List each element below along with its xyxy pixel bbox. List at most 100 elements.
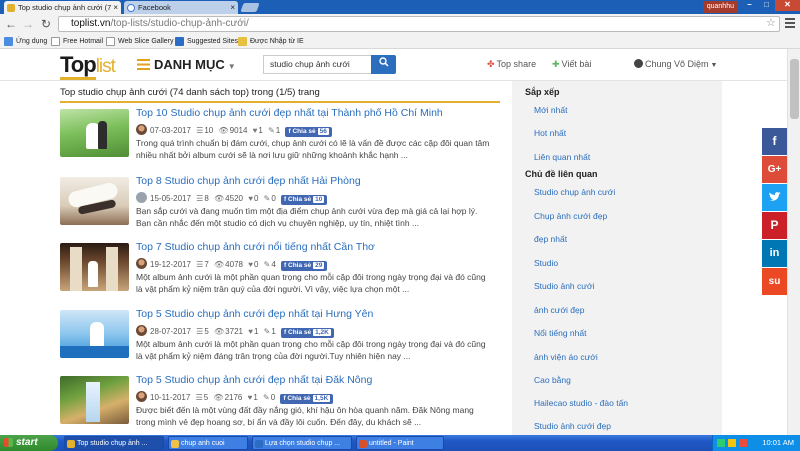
item-thumbnail[interactable] xyxy=(60,310,129,358)
category-menu-button[interactable]: DANH MỤC ▼ xyxy=(137,57,236,72)
topic-link[interactable]: ảnh viện áo cưới xyxy=(534,352,598,362)
page-icon xyxy=(106,37,115,46)
item-meta: 19-12-2017 ☰7 👁4078 ♥0 ✎4 f Chia sẻ 29 xyxy=(136,258,328,271)
top-share-link[interactable]: ✤ Top share xyxy=(487,59,536,70)
topic-link[interactable]: Chụp ảnh cưới đẹp xyxy=(534,211,607,221)
tab-label: Facebook xyxy=(138,3,171,12)
item-title-link[interactable]: Top 5 Studio chụp ảnh cưới đẹp nhất tại … xyxy=(136,374,372,386)
plus-icon: ✚ xyxy=(552,59,560,69)
reload-button[interactable]: ↻ xyxy=(39,17,53,31)
clock[interactable]: 10:01 AM xyxy=(762,438,794,447)
item-title-link[interactable]: Top 5 Studio chụp ảnh cưới đẹp nhất tại … xyxy=(136,308,373,320)
toplist-favicon-icon xyxy=(7,4,15,12)
topics-heading: Chủ đề liên quan xyxy=(525,169,598,179)
google-plus-share-icon[interactable]: G+ xyxy=(762,156,787,183)
item-thumbnail[interactable] xyxy=(60,109,129,157)
bookmark-suggested-sites[interactable]: Suggested Sites xyxy=(175,36,238,47)
topic-link[interactable]: đẹp nhất xyxy=(534,234,567,244)
sort-newest-link[interactable]: Mới nhất xyxy=(534,105,567,115)
stumbleupon-share-icon[interactable]: su xyxy=(762,268,787,295)
item-title-link[interactable]: Top 7 Studio chụp ảnh cưới nổi tiếng nhấ… xyxy=(136,241,375,253)
browser-tab-facebook[interactable]: Facebook × xyxy=(124,1,238,14)
twitter-share-icon[interactable] xyxy=(762,184,787,211)
item-title-link[interactable]: Top 10 Studio chụp ảnh cưới đẹp nhất tại… xyxy=(136,107,443,119)
browser-tab-strip: Top studio chụp ảnh cưới (7 × Facebook ×… xyxy=(0,0,800,14)
topic-link[interactable]: Hailecao studio - đào tấn xyxy=(534,398,628,408)
system-tray: 10:01 AM xyxy=(712,435,800,451)
taskbar-item-word[interactable]: Lựa chọn studio chụp ... xyxy=(252,436,352,450)
item-meta: 07-03-2017 ☰10 👁9014 ♥1 ✎1 f Chia sẻ 56 xyxy=(136,124,332,137)
facebook-share-button[interactable]: f Chia sẻ 1,2K xyxy=(281,328,334,338)
facebook-icon: f xyxy=(288,128,291,135)
loading-favicon-icon xyxy=(127,4,135,12)
facebook-icon: f xyxy=(284,262,287,269)
browser-menu-icon[interactable] xyxy=(785,18,795,30)
taskbar-item-paint[interactable]: untitled - Paint xyxy=(356,436,444,450)
item-date: 28-07-2017 xyxy=(150,327,191,336)
browser-toolbar: ← → ↻ toplist.vn/top-lists/studio-chụp-ả… xyxy=(0,14,800,34)
sort-hot-link[interactable]: Hot nhất xyxy=(534,128,566,138)
topic-link[interactable]: Studio xyxy=(534,258,558,268)
topic-link[interactable]: Studio ảnh cưới đẹp xyxy=(534,421,611,431)
search-input[interactable]: studio chụp ảnh cưới xyxy=(263,55,371,74)
taskbar-item-chrome[interactable]: Top studio chụp ảnh ... xyxy=(64,436,164,450)
scrollbar-thumb[interactable] xyxy=(790,59,799,119)
list-icon: ☰ xyxy=(195,393,203,402)
close-tab-icon[interactable]: × xyxy=(113,1,118,14)
bookmark-apps[interactable]: Ứng dụng xyxy=(4,36,47,47)
facebook-share-button[interactable]: f Chia sẻ 56 xyxy=(285,127,332,137)
item-thumbnail[interactable] xyxy=(60,243,129,291)
bookmark-star-icon[interactable]: ☆ xyxy=(766,16,776,29)
toplist-logo[interactable]: Toplist xyxy=(60,52,116,80)
topic-link[interactable]: Nổi tiếng nhất xyxy=(534,328,586,338)
tray-icons[interactable] xyxy=(717,439,747,447)
author-avatar[interactable] xyxy=(136,325,147,336)
user-profile-badge[interactable]: quanhhu xyxy=(702,1,738,13)
list-icon: ☰ xyxy=(196,194,204,203)
pinterest-share-icon[interactable]: P xyxy=(762,212,787,239)
address-bar[interactable]: toplist.vn/top-lists/studio-chụp-ảnh-cướ… xyxy=(58,16,780,32)
user-menu[interactable]: Chung Võ Diệm ▼ xyxy=(634,59,717,69)
facebook-share-button[interactable]: f Chia sẻ 1,5K xyxy=(280,394,334,404)
item-thumbnail[interactable] xyxy=(60,376,129,424)
browser-tab-active[interactable]: Top studio chụp ảnh cưới (7 × xyxy=(4,1,121,14)
facebook-share-icon[interactable]: f xyxy=(762,128,787,155)
author-avatar[interactable] xyxy=(136,124,147,135)
user-name: Chung Võ Diệm xyxy=(645,59,709,69)
page-scrollbar[interactable] xyxy=(787,49,800,435)
facebook-share-button[interactable]: f Chia sẻ 29 xyxy=(281,261,328,271)
close-window-button[interactable]: ✕ xyxy=(775,0,800,11)
start-button[interactable]: start xyxy=(0,435,58,451)
write-post-link[interactable]: ✚ Viết bài xyxy=(552,59,591,70)
list-item: Top 10 Studio chụp ảnh cưới đẹp nhất tại… xyxy=(60,107,500,167)
item-title-link[interactable]: Top 8 Studio chụp ảnh cưới đẹp nhất Hải … xyxy=(136,175,361,187)
bookmark-free-hotmail[interactable]: Free Hotmail xyxy=(51,36,103,47)
topic-link[interactable]: Studio chụp ảnh cưới xyxy=(534,187,615,197)
topic-link[interactable]: Cao bằng xyxy=(534,375,571,385)
bookmark-imported-ie[interactable]: Được Nhập từ IE xyxy=(238,36,304,47)
topic-link[interactable]: Studio ảnh cưới xyxy=(534,281,594,291)
taskbar-item-folder[interactable]: chup anh cuoi xyxy=(168,436,248,450)
sort-relevant-link[interactable]: Liên quan nhất xyxy=(534,152,590,162)
list-icon: ☰ xyxy=(196,126,204,135)
search-button[interactable] xyxy=(371,55,396,74)
bookmark-web-slice-gallery[interactable]: Web Slice Gallery xyxy=(106,36,174,47)
heart-icon: ♥ xyxy=(247,393,253,402)
author-avatar[interactable] xyxy=(136,258,147,269)
item-thumbnail[interactable] xyxy=(60,177,129,225)
topic-link[interactable]: ảnh cưới đẹp xyxy=(534,305,585,315)
forward-button[interactable]: → xyxy=(21,17,35,31)
linkedin-share-icon[interactable]: in xyxy=(762,240,787,267)
close-tab-icon[interactable]: × xyxy=(230,1,235,14)
heart-icon: ♥ xyxy=(248,194,253,203)
facebook-share-button[interactable]: f Chia sẻ 10 xyxy=(281,195,328,205)
author-avatar[interactable] xyxy=(136,192,147,203)
sidebar: Sắp xếp Mới nhất Hot nhất Liên quan nhất… xyxy=(512,81,722,436)
maximize-button[interactable]: □ xyxy=(758,0,775,11)
back-button[interactable]: ← xyxy=(4,17,18,31)
author-avatar[interactable] xyxy=(136,391,147,402)
minimize-button[interactable]: – xyxy=(741,0,758,11)
paint-icon xyxy=(359,440,367,448)
new-tab-button[interactable] xyxy=(240,3,260,12)
list-heading: Top studio chụp ảnh cưới (74 danh sách t… xyxy=(60,87,500,103)
